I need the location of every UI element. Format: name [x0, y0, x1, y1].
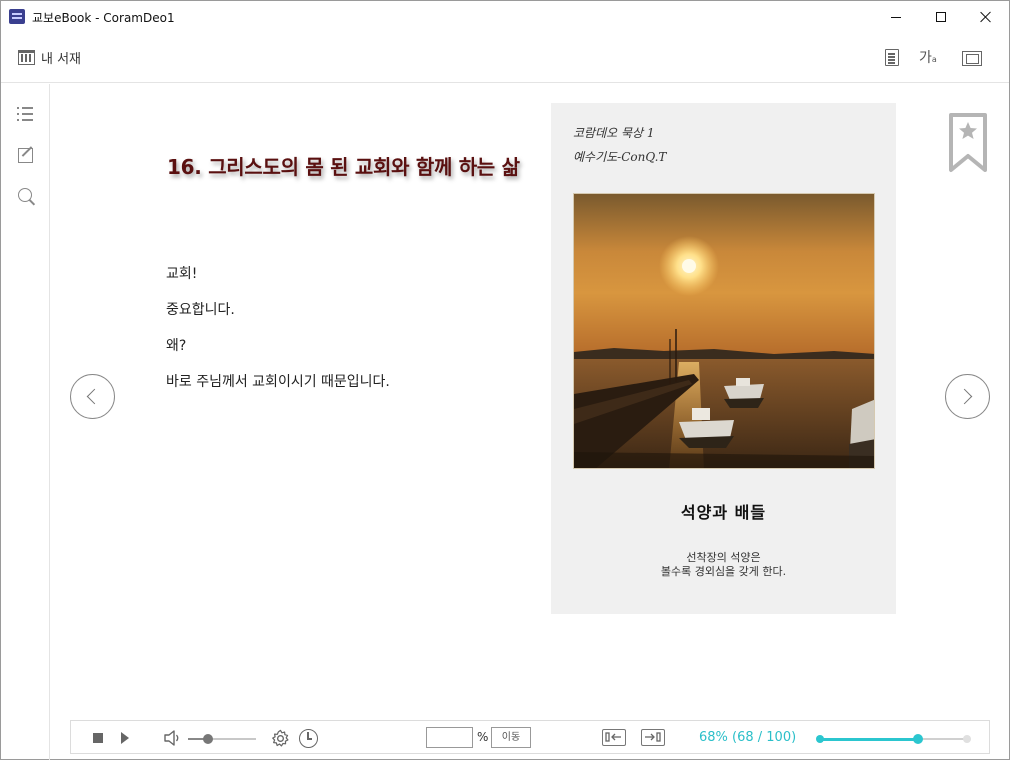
speaker-icon	[164, 730, 179, 746]
close-button[interactable]	[963, 1, 1009, 33]
sunset-harbor-photo	[573, 193, 875, 469]
stop-button[interactable]	[93, 733, 103, 743]
fullscreen-icon	[962, 51, 982, 66]
progress-end-dot	[963, 735, 971, 743]
title-bar: 교보eBook - CoramDeo1	[1, 1, 1009, 33]
progress-start-dot	[816, 735, 824, 743]
volume-slider-knob[interactable]	[203, 734, 214, 744]
my-library-label: 내 서재	[41, 52, 82, 67]
minimize-button[interactable]	[873, 1, 919, 33]
photo-caption-title: 석양과 배들	[680, 503, 767, 522]
list-bullet	[17, 119, 19, 121]
go-to-button[interactable]: 이동	[491, 727, 531, 748]
body-text-line: 바로 주님께서 교회이시기 때문입니다.	[166, 374, 390, 390]
memo-button[interactable]	[17, 145, 37, 165]
app-window: 교보eBook - CoramDeo1 내 서재 가a 16. 그리스도의 몸 …	[0, 0, 1010, 760]
reading-progress-text: 68% (68 / 100)	[699, 730, 797, 745]
search-button[interactable]	[17, 187, 37, 207]
previous-page-button[interactable]	[70, 374, 115, 419]
first-page-icon	[605, 732, 621, 742]
illustrated-page: 코람데오 묵상 1 예수기도-ConQ.T 석양과 배들 선착장의 석양은 볼수…	[551, 103, 896, 614]
chapter-title: 16. 그리스도의 몸 된 교회와 함께 하는 삶	[167, 155, 520, 179]
photo-caption-line: 볼수록 경외심을 갖게 한다.	[660, 565, 787, 578]
play-button[interactable]	[121, 732, 129, 744]
handwritten-note: 코람데오 묵상 1	[573, 126, 655, 140]
handwritten-note: 예수기도-ConQ.T	[573, 150, 667, 164]
search-icon-handle	[28, 199, 35, 206]
last-page-icon	[645, 732, 661, 742]
font-size-icon-small: a	[931, 55, 937, 64]
maximize-icon	[936, 12, 946, 22]
library-icon	[18, 50, 35, 65]
list-line	[22, 119, 33, 121]
list-bullet	[17, 107, 19, 109]
percent-sign: %	[477, 730, 489, 744]
close-icon	[980, 11, 992, 23]
tts-settings-button[interactable]	[271, 729, 290, 748]
volume-button[interactable]	[164, 730, 182, 746]
list-line	[22, 107, 33, 109]
last-page-button[interactable]	[641, 729, 665, 746]
bookmark-button[interactable]	[949, 113, 987, 173]
chevron-left-icon	[86, 388, 103, 405]
next-page-button[interactable]	[945, 374, 990, 419]
app-logo-icon	[9, 9, 25, 24]
body-text-line: 왜?	[166, 338, 187, 354]
left-sidebar	[1, 84, 50, 760]
first-page-button[interactable]	[602, 729, 626, 746]
chevron-right-icon	[956, 388, 973, 405]
font-settings-button[interactable]: 가a	[919, 48, 939, 68]
fullscreen-button[interactable]	[961, 48, 982, 68]
table-of-contents-button[interactable]	[17, 104, 37, 124]
maximize-button[interactable]	[918, 1, 964, 33]
timer-button[interactable]	[299, 729, 318, 748]
page-percent-input[interactable]	[426, 727, 473, 748]
window-title: 교보eBook - CoramDeo1	[32, 11, 175, 25]
page-view-button[interactable]	[883, 48, 903, 68]
bookmark-icon	[949, 113, 987, 172]
my-library-button[interactable]: 내 서재	[18, 48, 81, 67]
list-line	[22, 113, 33, 115]
sunset-image	[574, 194, 874, 468]
progress-fill	[819, 737, 919, 741]
body-text-line: 교회!	[166, 266, 198, 282]
volume-slider[interactable]	[188, 734, 256, 744]
document-icon	[885, 49, 899, 66]
progress-knob[interactable]	[913, 734, 924, 744]
body-text-line: 중요합니다.	[166, 302, 235, 318]
font-size-icon: 가	[919, 50, 932, 66]
list-bullet	[17, 113, 19, 115]
toolbar: 내 서재 가a	[1, 33, 1009, 83]
gear-icon	[272, 729, 289, 747]
minimize-icon	[891, 16, 901, 18]
reading-progress-slider[interactable]	[816, 734, 971, 744]
reader-control-bar: % 이동 68% (68 / 100)	[70, 720, 990, 754]
